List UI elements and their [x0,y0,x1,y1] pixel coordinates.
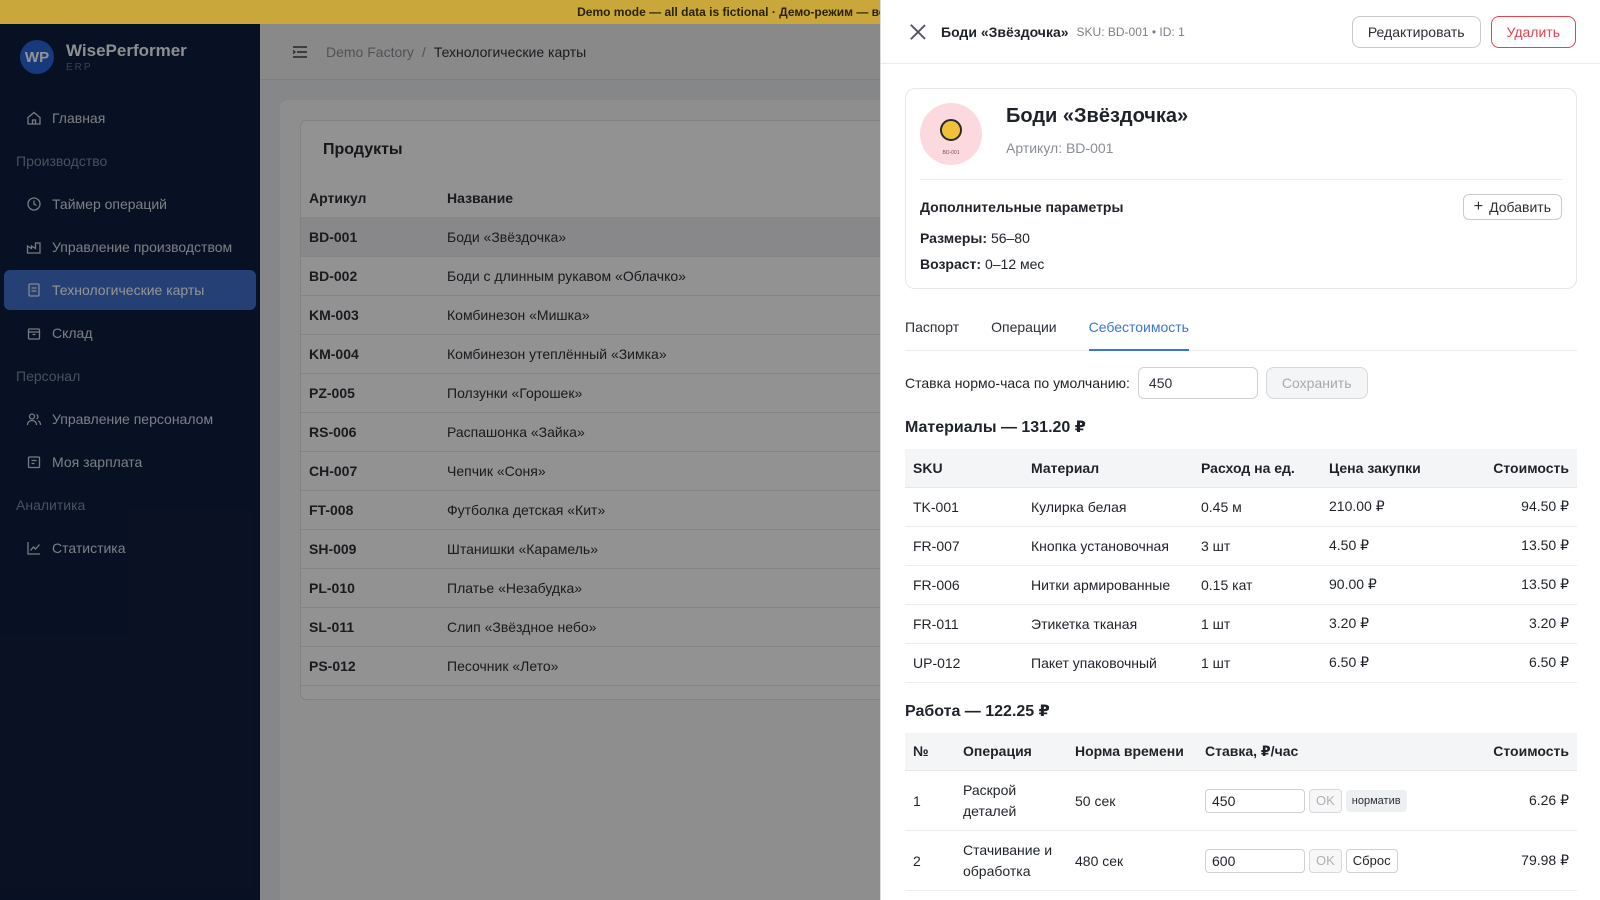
table-row: TK-001 Кулирка белая 0.45 м 210.00 ₽94.50 ₽ [905,487,1577,527]
default-rate-input[interactable] [1137,367,1258,399]
reset-rate-button[interactable]: Сброс [1345,848,1398,873]
material-name: Кулирка белая [1023,487,1193,527]
column-header-norm: Норма времени [1067,732,1197,771]
operation-name-line: Раскрой [963,781,1017,798]
product-article: Артикул: BD-001 [1006,140,1114,156]
column-header-price: Цена закупки [1321,449,1460,488]
drawer-tabs: Паспорт Операции Себестоимость [905,313,1577,351]
materials-title: Материалы — 131.20 ₽ [905,419,1086,436]
material-cost: 94.50 ₽ [1459,487,1577,527]
table-row: FR-006 Нитки армированные 0.15 кат 90.00 ₽1… [905,565,1577,605]
material-name: Этикетка тканая [1023,604,1193,644]
table-row: 1 Раскрой деталей 50 сек 450 OK норматив 6.… [905,770,1577,831]
product-image: BD-001 [920,103,982,165]
material-cost: 13.50 ₽ [1459,526,1577,566]
material-sku: FR-007 [905,526,1023,566]
add-param-button[interactable]: + Добавить [1462,194,1562,220]
operation-cost: 6.26 ₽ [1485,770,1577,831]
material-cost: 6.50 ₽ [1459,643,1577,683]
param-label: Возраст: [920,256,982,272]
operation-number: 2 [905,830,955,891]
rate-source-badge: норматив [1345,789,1407,812]
operation-name-line: обработка [963,862,1031,879]
tab-cost[interactable]: Себестоимость [1088,313,1189,351]
drawer-body[interactable]: BD-001 Боди «Звёздочка» Артикул: BD-001 … [881,64,1600,900]
table-row: FR-007 Кнопка установочная 3 шт 4.50 ₽13.50… [905,526,1577,566]
edit-button[interactable]: Редактировать [1351,15,1481,48]
add-param-label: Добавить [1489,199,1551,215]
drawer-title: Боди «Звёздочка» [941,23,1069,40]
table-row: FR-011 Этикетка тканая 1 шт 3.20 ₽3.20 ₽ [905,604,1577,644]
rate-ok-button[interactable]: OK [1309,848,1342,873]
save-rate-button[interactable]: Сохранить [1265,367,1368,399]
material-usage: 1 шт [1193,604,1321,644]
operation-norm: 480 сек [1067,830,1197,891]
material-name: Кнопка установочная [1023,526,1193,566]
column-header-rate: Ставка, ₽/час [1197,732,1486,771]
column-header-usage: Расход на ед. [1193,449,1321,488]
default-rate-label: Ставка нормо-часа по умолчанию: [905,375,1130,391]
modal-backdrop[interactable] [0,24,880,900]
material-cost: 3.20 ₽ [1459,604,1577,644]
material-name: Нитки армированные [1023,565,1193,605]
param-age: Возраст: 0–12 мес [920,256,1562,272]
column-header-sku: SKU [905,449,1023,488]
material-price: 3.20 ₽ [1321,604,1460,644]
table-row: UP-012 Пакет упаковочный 1 шт 6.50 ₽6.50 ₽ [905,643,1577,683]
operation-cost: 79.98 ₽ [1485,830,1577,891]
material-cost: 13.50 ₽ [1459,565,1577,605]
operation-name: Стачивание и обработка [955,830,1067,891]
table-row: 2 Стачивание и обработка 480 сек 600 OK Сбр… [905,830,1577,891]
column-header-cost: Стоимость [1459,449,1577,488]
material-sku: TK-001 [905,487,1023,527]
tab-passport[interactable]: Паспорт [905,313,959,351]
operation-norm: 50 сек [1067,770,1197,831]
operation-name-line: Стачивание и [963,841,1053,858]
material-usage: 3 шт [1193,526,1321,566]
operation-rate-input[interactable]: 600 [1205,848,1305,873]
plus-icon: + [1473,198,1484,215]
operation-rate-cell: 450 OK норматив [1197,770,1486,831]
operation-rate-cell: 600 OK Сброс [1197,830,1486,891]
labor-table: № Операция Норма времени Ставка, ₽/час С… [905,732,1577,891]
drawer-meta: SKU: BD-001 • ID: 1 [1076,24,1185,39]
product-drawer: Боди «Звёздочка» SKU: BD-001 • ID: 1 Ред… [880,0,1600,900]
material-price: 6.50 ₽ [1321,643,1460,683]
operation-name: Раскрой деталей [955,770,1067,831]
column-header-number: № [905,732,955,771]
material-name: Пакет упаковочный [1023,643,1193,683]
product-summary-card: BD-001 Боди «Звёздочка» Артикул: BD-001 … [905,88,1577,289]
material-sku: UP-012 [905,643,1023,683]
default-rate-row: Ставка нормо-часа по умолчанию: Сохранит… [905,367,1577,399]
param-label: Размеры: [920,230,988,246]
material-sku: FR-006 [905,565,1023,605]
tab-operations[interactable]: Операции [991,313,1057,351]
material-sku: FR-011 [905,604,1023,644]
material-price: 210.00 ₽ [1321,487,1460,527]
operation-rate-input[interactable]: 450 [1205,788,1305,813]
operation-name-line: деталей [963,802,1017,819]
params-title: Дополнительные параметры [920,199,1124,215]
product-image-tag: BD-001 [942,150,960,156]
param-value: 56–80 [990,230,1030,246]
material-usage: 1 шт [1193,643,1321,683]
material-price: 4.50 ₽ [1321,526,1460,566]
rate-ok-button[interactable]: OK [1309,788,1342,813]
drawer-header: Боди «Звёздочка» SKU: BD-001 • ID: 1 Ред… [881,0,1600,64]
column-header-operation: Операция [955,732,1067,771]
column-header-cost: Стоимость [1485,732,1577,771]
labor-title: Работа — 122.25 ₽ [905,702,1050,720]
material-usage: 0.15 кат [1193,565,1321,605]
operation-number: 1 [905,770,955,831]
product-name-heading: Боди «Звёздочка» [1006,105,1189,127]
column-header-material: Материал [1023,449,1193,488]
param-value: 0–12 мес [984,256,1045,272]
materials-table: SKU Материал Расход на ед. Цена закупки … [905,449,1577,683]
material-price: 90.00 ₽ [1321,565,1460,605]
close-icon[interactable] [909,23,927,41]
param-sizes: Размеры: 56–80 [920,230,1562,246]
delete-button[interactable]: Удалить [1490,15,1576,48]
material-usage: 0.45 м [1193,487,1321,527]
baby-face-icon [940,119,962,141]
